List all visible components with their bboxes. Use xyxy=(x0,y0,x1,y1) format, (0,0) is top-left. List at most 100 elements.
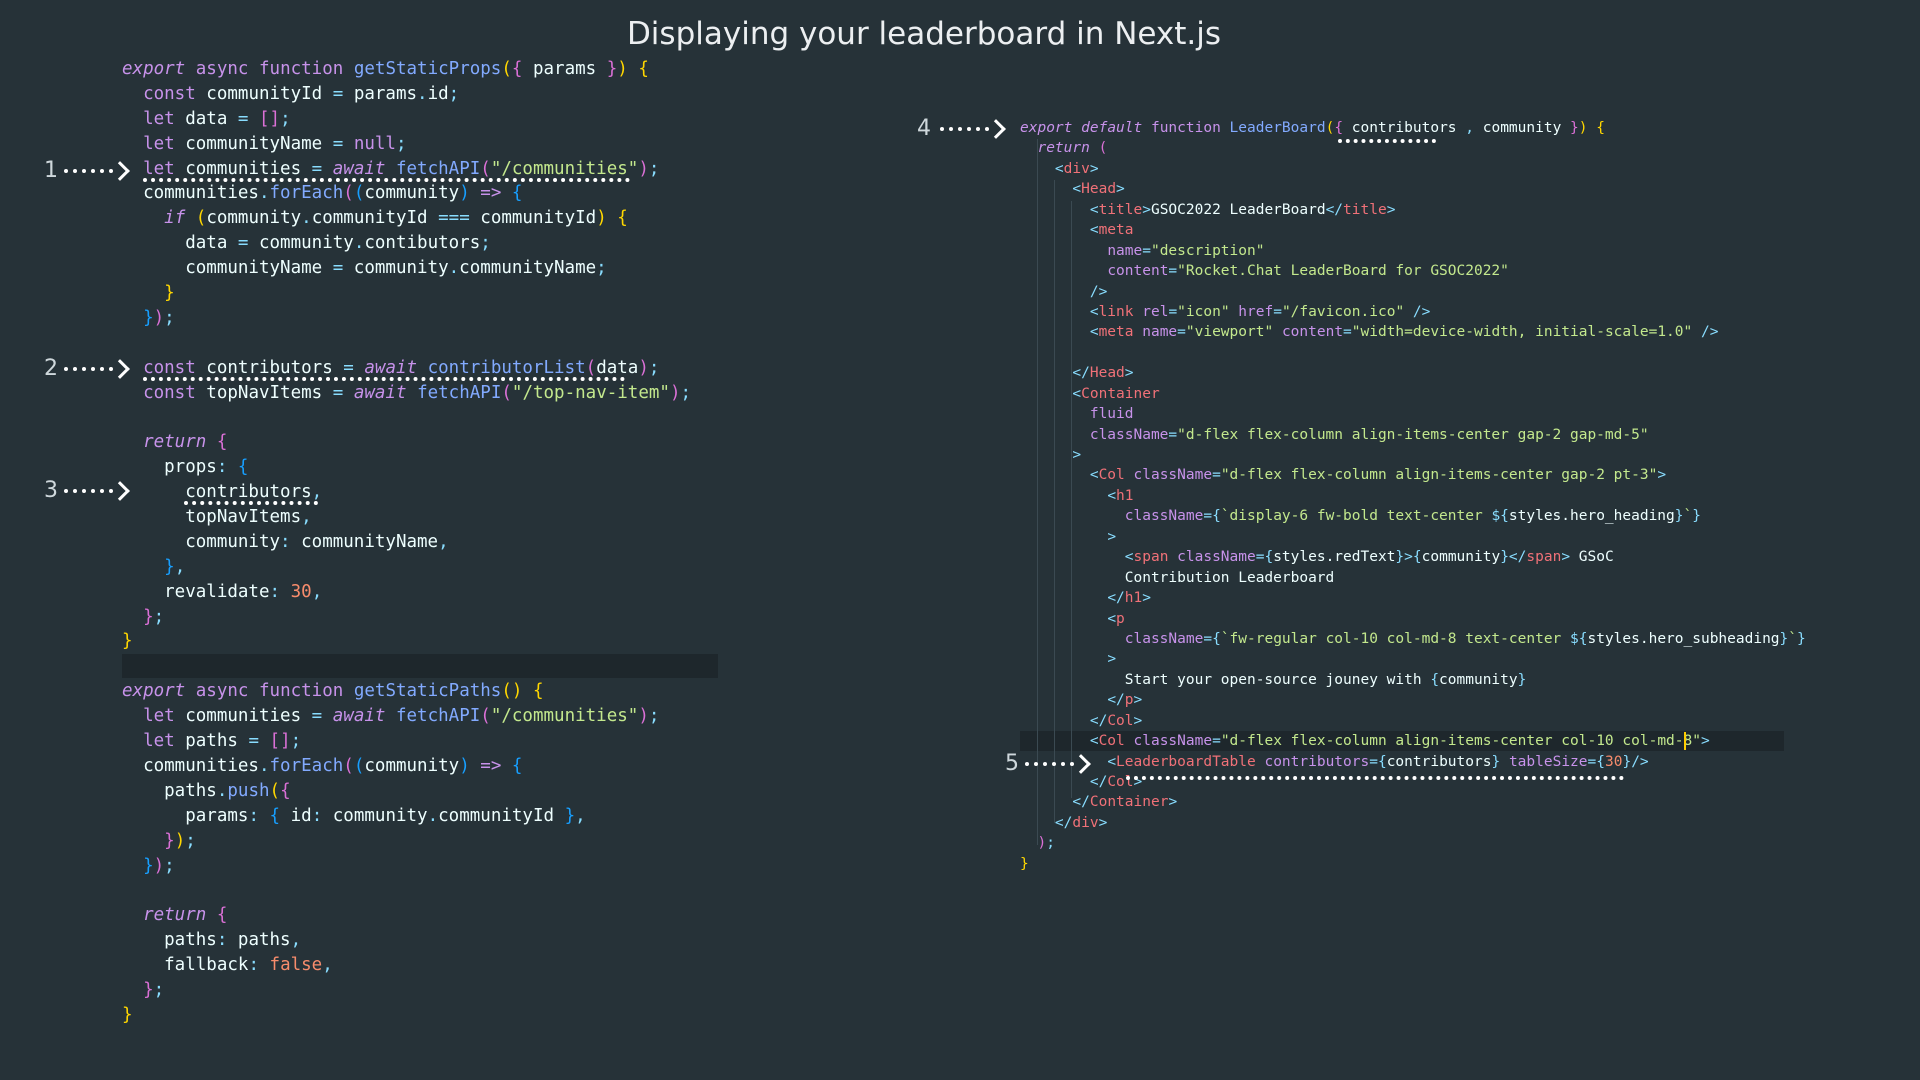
code-token: } xyxy=(164,830,175,851)
code-line[interactable]: let communities = await fetchAPI("/commu… xyxy=(122,704,691,729)
right-code-editor[interactable]: export default function LeaderBoard({ co… xyxy=(1020,118,1806,874)
code-line[interactable]: }; xyxy=(122,605,691,630)
code-line[interactable]: Start your open-source jouney with {comm… xyxy=(1020,670,1806,690)
code-line[interactable]: props: { xyxy=(122,455,691,480)
code-line[interactable]: }; xyxy=(122,978,691,1003)
code-line[interactable]: export default function LeaderBoard({ co… xyxy=(1020,118,1806,138)
code-line[interactable]: <span className={styles.redText}>{commun… xyxy=(1020,547,1806,567)
code-line[interactable]: <LeaderboardTable contributors={contribu… xyxy=(1020,752,1806,772)
code-line[interactable] xyxy=(122,878,691,903)
code-line[interactable] xyxy=(122,654,691,679)
code-line[interactable]: const topNavItems = await fetchAPI("/top… xyxy=(122,381,691,406)
code-line[interactable]: communityName = community.communityName; xyxy=(122,256,691,281)
code-line[interactable]: let data = []; xyxy=(122,107,691,132)
code-line[interactable]: params: { id: community.communityId }, xyxy=(122,804,691,829)
code-token: </ xyxy=(1089,712,1108,729)
code-line[interactable]: paths: paths, xyxy=(122,928,691,953)
code-token: className xyxy=(1089,426,1169,443)
code-line[interactable]: </Head> xyxy=(1020,363,1806,383)
code-token: getStaticPaths xyxy=(353,681,502,702)
code-line[interactable]: let communityName = null; xyxy=(122,132,691,157)
code-token: { xyxy=(280,780,291,801)
code-line[interactable]: return { xyxy=(122,430,691,455)
code-line[interactable]: }); xyxy=(122,829,691,854)
underline-contributors-const xyxy=(143,377,625,381)
left-code-editor[interactable]: export async function getStaticProps({ p… xyxy=(122,57,691,1028)
code-line[interactable]: export async function getStaticProps({ p… xyxy=(122,57,691,82)
code-line[interactable]: Contribution Leaderboard xyxy=(1020,568,1806,588)
code-line[interactable]: > xyxy=(1020,527,1806,547)
code-token: communityName xyxy=(122,258,333,279)
code-token: "d-flex flex-column align-items-center g… xyxy=(1220,467,1658,484)
code-line[interactable]: communities.forEach((community) => { xyxy=(122,181,691,206)
code-line[interactable]: }); xyxy=(122,306,691,331)
code-line[interactable] xyxy=(122,405,691,430)
code-line[interactable]: fluid xyxy=(1020,404,1806,424)
code-line[interactable]: <Col className="d-flex flex-column align… xyxy=(1020,465,1806,485)
code-token: , xyxy=(174,556,186,577)
code-token: < xyxy=(1089,324,1099,341)
code-line[interactable] xyxy=(122,331,691,356)
code-line[interactable] xyxy=(1020,343,1806,363)
code-line[interactable]: fallback: false, xyxy=(122,953,691,978)
code-line[interactable]: <p xyxy=(1020,609,1806,629)
code-line[interactable]: </h1> xyxy=(1020,588,1806,608)
code-line[interactable]: community: communityName, xyxy=(122,530,691,555)
code-line[interactable]: <Col className="d-flex flex-column align… xyxy=(1020,731,1806,751)
code-token: community xyxy=(343,258,449,279)
code-line[interactable]: } xyxy=(122,281,691,306)
code-token: : xyxy=(216,457,228,478)
code-line[interactable]: if (community.communityId === communityI… xyxy=(122,206,691,231)
code-line[interactable]: <link rel="icon" href="/favicon.ico" /> xyxy=(1020,302,1806,322)
code-line[interactable]: } xyxy=(122,629,691,654)
code-line[interactable]: className="d-flex flex-column align-item… xyxy=(1020,425,1806,445)
code-token: function xyxy=(259,681,344,702)
code-line[interactable]: let paths = []; xyxy=(122,729,691,754)
code-line[interactable]: return { xyxy=(122,903,691,928)
code-line[interactable]: <div> xyxy=(1020,159,1806,179)
code-token: ) xyxy=(669,382,681,403)
code-token: } xyxy=(1517,671,1527,688)
code-token: let xyxy=(143,158,175,179)
code-line[interactable]: </Container> xyxy=(1020,792,1806,812)
code-token: = xyxy=(1212,467,1221,484)
code-line[interactable]: /> xyxy=(1020,282,1806,302)
code-token: > xyxy=(1133,692,1143,709)
code-line[interactable]: } xyxy=(122,1003,691,1028)
code-line[interactable]: const communityId = params.id; xyxy=(122,82,691,107)
code-line[interactable]: <Container xyxy=(1020,384,1806,404)
code-line[interactable]: paths.push({ xyxy=(122,779,691,804)
code-line[interactable]: <meta xyxy=(1020,220,1806,240)
code-line[interactable]: </p> xyxy=(1020,690,1806,710)
code-line[interactable]: </Col> xyxy=(1020,711,1806,731)
code-line[interactable]: }, xyxy=(122,555,691,580)
code-line[interactable]: className={`fw-regular col-10 col-md-8 t… xyxy=(1020,629,1806,649)
code-line[interactable]: } xyxy=(1020,854,1806,874)
code-line[interactable]: topNavItems, xyxy=(122,505,691,530)
code-token: /> xyxy=(1631,753,1649,770)
code-line[interactable]: revalidate: 30, xyxy=(122,580,691,605)
code-line[interactable]: communities.forEach((community) => { xyxy=(122,754,691,779)
code-line[interactable]: <Head> xyxy=(1020,179,1806,199)
code-line[interactable]: <title>GSOC2022 LeaderBoard</title> xyxy=(1020,200,1806,220)
code-line[interactable]: export async function getStaticPaths() { xyxy=(122,679,691,704)
code-line[interactable]: <meta name="viewport" content="width=dev… xyxy=(1020,322,1806,342)
code-token: function xyxy=(259,59,344,79)
code-line[interactable]: }); xyxy=(122,854,691,879)
code-token: data xyxy=(596,357,639,378)
code-token: 30 xyxy=(1604,753,1623,770)
code-line[interactable]: > xyxy=(1020,445,1806,465)
code-line[interactable]: content="Rocket.Chat LeaderBoard for GSO… xyxy=(1020,261,1806,281)
code-line[interactable]: ); xyxy=(1020,833,1806,853)
code-line[interactable]: data = community.contibutors; xyxy=(122,231,691,256)
code-line[interactable]: <h1 xyxy=(1020,486,1806,506)
code-line[interactable]: name="description" xyxy=(1020,241,1806,261)
code-line[interactable]: </div> xyxy=(1020,813,1806,833)
code-line[interactable]: > xyxy=(1020,649,1806,669)
code-line[interactable]: className={`display-6 fw-bold text-cente… xyxy=(1020,506,1806,526)
